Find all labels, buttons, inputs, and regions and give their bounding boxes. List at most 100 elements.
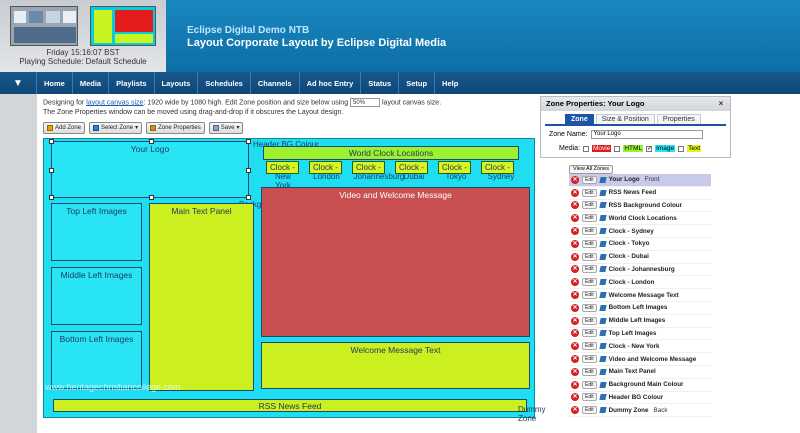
layout-canvas-size-link[interactable]: layout canvas size	[86, 99, 143, 106]
zone-list-name[interactable]: Header BG Colour	[609, 394, 664, 401]
zone-list-name[interactable]: Your Logo	[609, 176, 640, 183]
nav-setup[interactable]: Setup	[398, 72, 434, 94]
edit-button[interactable]: Edit	[582, 227, 597, 236]
delete-icon[interactable]: ✕	[571, 316, 579, 325]
edit-button[interactable]: Edit	[582, 278, 597, 287]
nav-channels[interactable]: Channels	[249, 72, 299, 94]
zone-list-name[interactable]: RSS Background Colour	[609, 202, 682, 209]
edit-button[interactable]: Edit	[582, 342, 597, 351]
delete-icon[interactable]: ✕	[571, 329, 579, 338]
nav-adhoc-entry[interactable]: Ad hoc Entry	[298, 72, 361, 94]
zone-list-item[interactable]: ✕ Edit Clock - Johannesburg	[569, 264, 711, 277]
delete-icon[interactable]: ✕	[571, 239, 579, 248]
zone-list-name[interactable]: Welcome Message Text	[609, 292, 679, 299]
zone-list-item[interactable]: ✕ Edit Middle Left Images	[569, 315, 711, 328]
media-html-checkbox[interactable]	[614, 145, 621, 152]
zone-list-name[interactable]: World Clock Locations	[609, 215, 677, 222]
zone-list-item[interactable]: ✕ Edit Header BG Colour	[569, 392, 711, 405]
zone-list-name[interactable]: Video and Welcome Message	[609, 356, 697, 363]
zone-properties-button[interactable]: Zone Properties	[146, 122, 205, 134]
edit-button[interactable]: Edit	[582, 380, 597, 389]
zone-list-item[interactable]: ✕ Edit Top Left Images	[569, 328, 711, 341]
zone-list-item[interactable]: ✕ Edit Your Logo Front	[569, 174, 711, 187]
zone-list-name[interactable]: Main Text Panel	[609, 368, 656, 375]
zone-top-left-images[interactable]: Top Left Images	[51, 203, 142, 261]
tab-size-position[interactable]: Size & Position	[595, 114, 655, 124]
resize-handle[interactable]	[49, 168, 54, 173]
delete-icon[interactable]: ✕	[571, 214, 579, 223]
screen-preview-thumbnail[interactable]	[10, 6, 78, 46]
delete-icon[interactable]: ✕	[571, 175, 579, 184]
zone-list-item[interactable]: ✕ Edit Clock - London	[569, 276, 711, 290]
media-movie-checkbox[interactable]	[583, 145, 590, 152]
resize-handle[interactable]	[246, 139, 251, 144]
resize-handle[interactable]	[49, 195, 54, 200]
zone-list-name[interactable]: Bottom Left Images	[609, 304, 668, 311]
edit-button[interactable]: Edit	[582, 291, 597, 300]
nav-playlists[interactable]: Playlists	[108, 72, 153, 94]
edit-button[interactable]: Edit	[582, 367, 597, 376]
delete-icon[interactable]: ✕	[571, 252, 579, 261]
edit-button[interactable]: Edit	[582, 355, 597, 364]
zone-name-field[interactable]: Your Logo	[590, 130, 703, 139]
zone-list-name[interactable]: Background Main Colour	[609, 381, 684, 388]
edit-button[interactable]: Edit	[582, 175, 597, 184]
zone-list-item[interactable]: ✕ Edit RSS Background Colour	[569, 200, 711, 213]
zone-video-welcome[interactable]: Video and Welcome Message	[261, 187, 530, 337]
zone-list-name[interactable]: Clock - Johannesburg	[609, 266, 675, 273]
zone-list-name[interactable]: Middle Left Images	[609, 317, 666, 324]
zone-list-name[interactable]: Clock - Tokyo	[609, 240, 650, 247]
close-icon[interactable]: ×	[716, 99, 726, 109]
zone-list-item[interactable]: ✕ Edit Main Text Panel	[569, 366, 711, 379]
zone-list-name[interactable]: Clock - New York	[609, 343, 660, 350]
resize-handle[interactable]	[149, 139, 154, 144]
zone-world-clock[interactable]: World Clock Locations	[263, 146, 519, 160]
view-all-zones-button[interactable]: View All Zones	[569, 165, 613, 174]
zone-list-item[interactable]: ✕ Edit Clock - Dubai	[569, 251, 711, 264]
zone-list-item[interactable]: ✕ Edit Background Main Colour	[569, 379, 711, 392]
select-zone-dropdown[interactable]: Select Zone ▾	[89, 122, 143, 134]
zone-list-item[interactable]: ✕ Edit Welcome Message Text	[569, 289, 711, 302]
add-zone-button[interactable]: Add Zone	[43, 122, 86, 134]
resize-handle[interactable]	[246, 168, 251, 173]
nav-home[interactable]: Home	[36, 72, 72, 94]
edit-button[interactable]: Edit	[582, 316, 597, 325]
delete-icon[interactable]: ✕	[571, 380, 579, 389]
zone-list-item[interactable]: ✕ Edit Clock - New York	[569, 340, 711, 354]
zone-list-name[interactable]: RSS News Feed	[609, 189, 657, 196]
zone-list-item[interactable]: ✕ Edit Clock - Sydney	[569, 225, 711, 238]
delete-icon[interactable]: ✕	[571, 406, 579, 415]
edit-button[interactable]: Edit	[582, 239, 597, 248]
delete-icon[interactable]: ✕	[571, 201, 579, 210]
edit-button[interactable]: Edit	[582, 303, 597, 312]
edit-button[interactable]: Edit	[582, 393, 597, 402]
layout-preview-thumbnail[interactable]	[90, 6, 156, 46]
delete-icon[interactable]: ✕	[571, 342, 579, 351]
zone-list-item[interactable]: ✕ Edit Dummy Zone Back	[569, 404, 711, 418]
delete-icon[interactable]: ✕	[571, 265, 579, 274]
edit-button[interactable]: Edit	[582, 265, 597, 274]
media-text-checkbox[interactable]	[678, 145, 685, 152]
resize-handle[interactable]	[49, 139, 54, 144]
delete-icon[interactable]: ✕	[571, 393, 579, 402]
nav-help[interactable]: Help	[434, 72, 465, 94]
zone-list-item[interactable]: ✕ Edit Video and Welcome Message	[569, 353, 711, 366]
zone-list-name[interactable]: Dummy Zone	[609, 407, 649, 414]
zone-welcome-message-text[interactable]: Welcome Message Text	[261, 342, 530, 389]
edit-button[interactable]: Edit	[582, 252, 597, 261]
zone-your-logo[interactable]: Your Logo	[49, 139, 251, 200]
delete-icon[interactable]: ✕	[571, 367, 579, 376]
delete-icon[interactable]: ✕	[571, 188, 579, 197]
nav-toggle-icon[interactable]: ▼	[0, 72, 36, 94]
nav-status[interactable]: Status	[360, 72, 398, 94]
edit-button[interactable]: Edit	[582, 214, 597, 223]
zone-list-name[interactable]: Clock - Sydney	[609, 228, 654, 235]
zone-middle-left-images[interactable]: Middle Left Images	[51, 267, 142, 325]
delete-icon[interactable]: ✕	[571, 227, 579, 236]
media-image-checkbox[interactable]: ✓	[646, 145, 652, 152]
zoom-select[interactable]: 50%	[350, 98, 381, 107]
save-dropdown[interactable]: Save ▾	[208, 122, 244, 134]
zone-properties-titlebar[interactable]: Zone Properties: Your Logo ×	[541, 97, 730, 111]
zone-list-name[interactable]: Clock - London	[609, 279, 655, 286]
edit-button[interactable]: Edit	[582, 188, 597, 197]
